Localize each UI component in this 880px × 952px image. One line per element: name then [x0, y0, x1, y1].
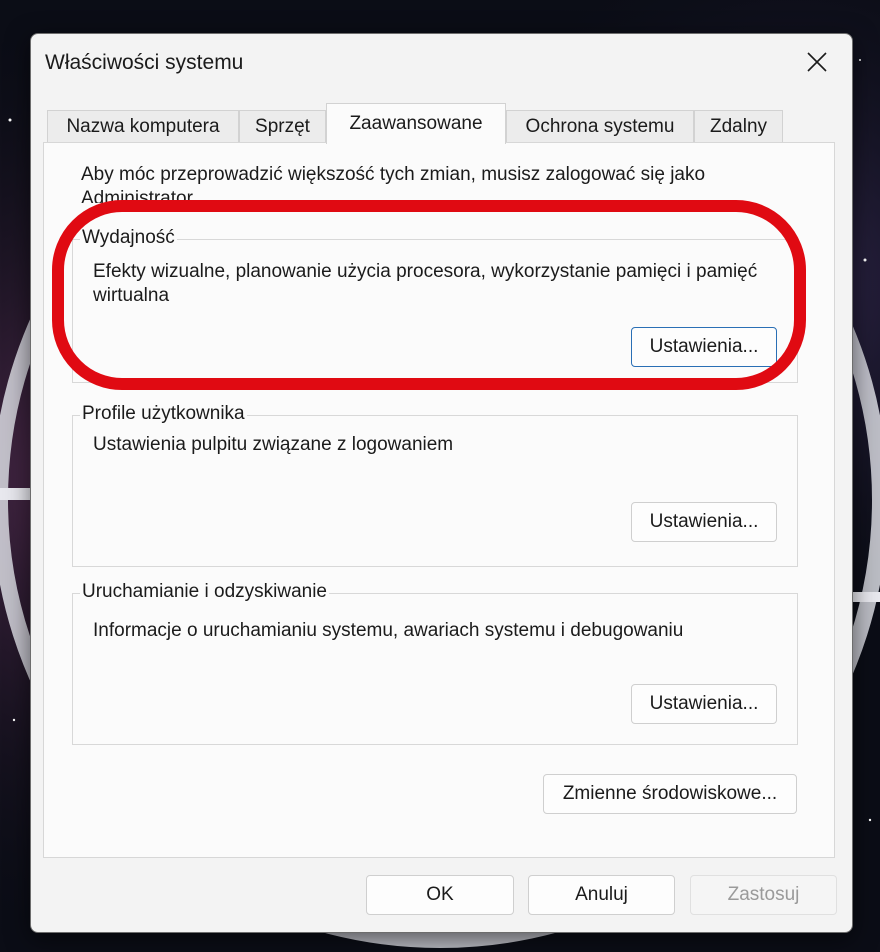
performance-settings-button[interactable]: Ustawienia...: [631, 327, 777, 367]
tab-hardware[interactable]: Sprzęt: [239, 110, 326, 143]
tab-advanced[interactable]: Zaawansowane: [326, 103, 506, 144]
user-profiles-description: Ustawienia pulpitu związane z logowaniem: [93, 434, 454, 455]
close-button[interactable]: [794, 44, 840, 80]
advanced-tab-panel: Aby móc przeprowadzić większość tych zmi…: [43, 142, 835, 858]
admin-note: Aby móc przeprowadzić większość tych zmi…: [81, 164, 706, 203]
user-profiles-settings-button[interactable]: Ustawienia...: [631, 502, 777, 542]
startup-recovery-description: Informacje o uruchamianiu systemu, awari…: [93, 620, 684, 641]
cancel-button[interactable]: Anuluj: [528, 875, 675, 915]
tab-computer-name[interactable]: Nazwa komputera: [47, 110, 239, 143]
performance-group: Wydajność Efekty wizualne, planowanie uż…: [72, 226, 798, 383]
startup-recovery-title: Uruchamianie i odzyskiwanie: [80, 580, 329, 604]
tab-remote[interactable]: Zdalny: [694, 110, 783, 143]
window-title: Właściwości systemu: [45, 51, 244, 74]
system-properties-dialog: Właściwości systemu Nazwa komputera Sprz…: [30, 33, 853, 933]
environment-variables-button[interactable]: Zmienne środowiskowe...: [543, 774, 797, 814]
startup-recovery-settings-button[interactable]: Ustawienia...: [631, 684, 777, 724]
apply-button[interactable]: Zastosuj: [690, 875, 837, 915]
performance-title: Wydajność: [80, 226, 177, 250]
startup-recovery-group: Uruchamianie i odzyskiwanie Informacje o…: [72, 580, 798, 745]
ok-button[interactable]: OK: [366, 875, 514, 915]
performance-description: Efekty wizualne, planowanie użycia proce…: [93, 261, 758, 306]
user-profiles-title: Profile użytkownika: [80, 402, 247, 426]
tab-system-protection[interactable]: Ochrona systemu: [506, 110, 694, 143]
user-profiles-group: Profile użytkownika Ustawienia pulpitu z…: [72, 402, 798, 567]
close-icon: [807, 52, 827, 72]
